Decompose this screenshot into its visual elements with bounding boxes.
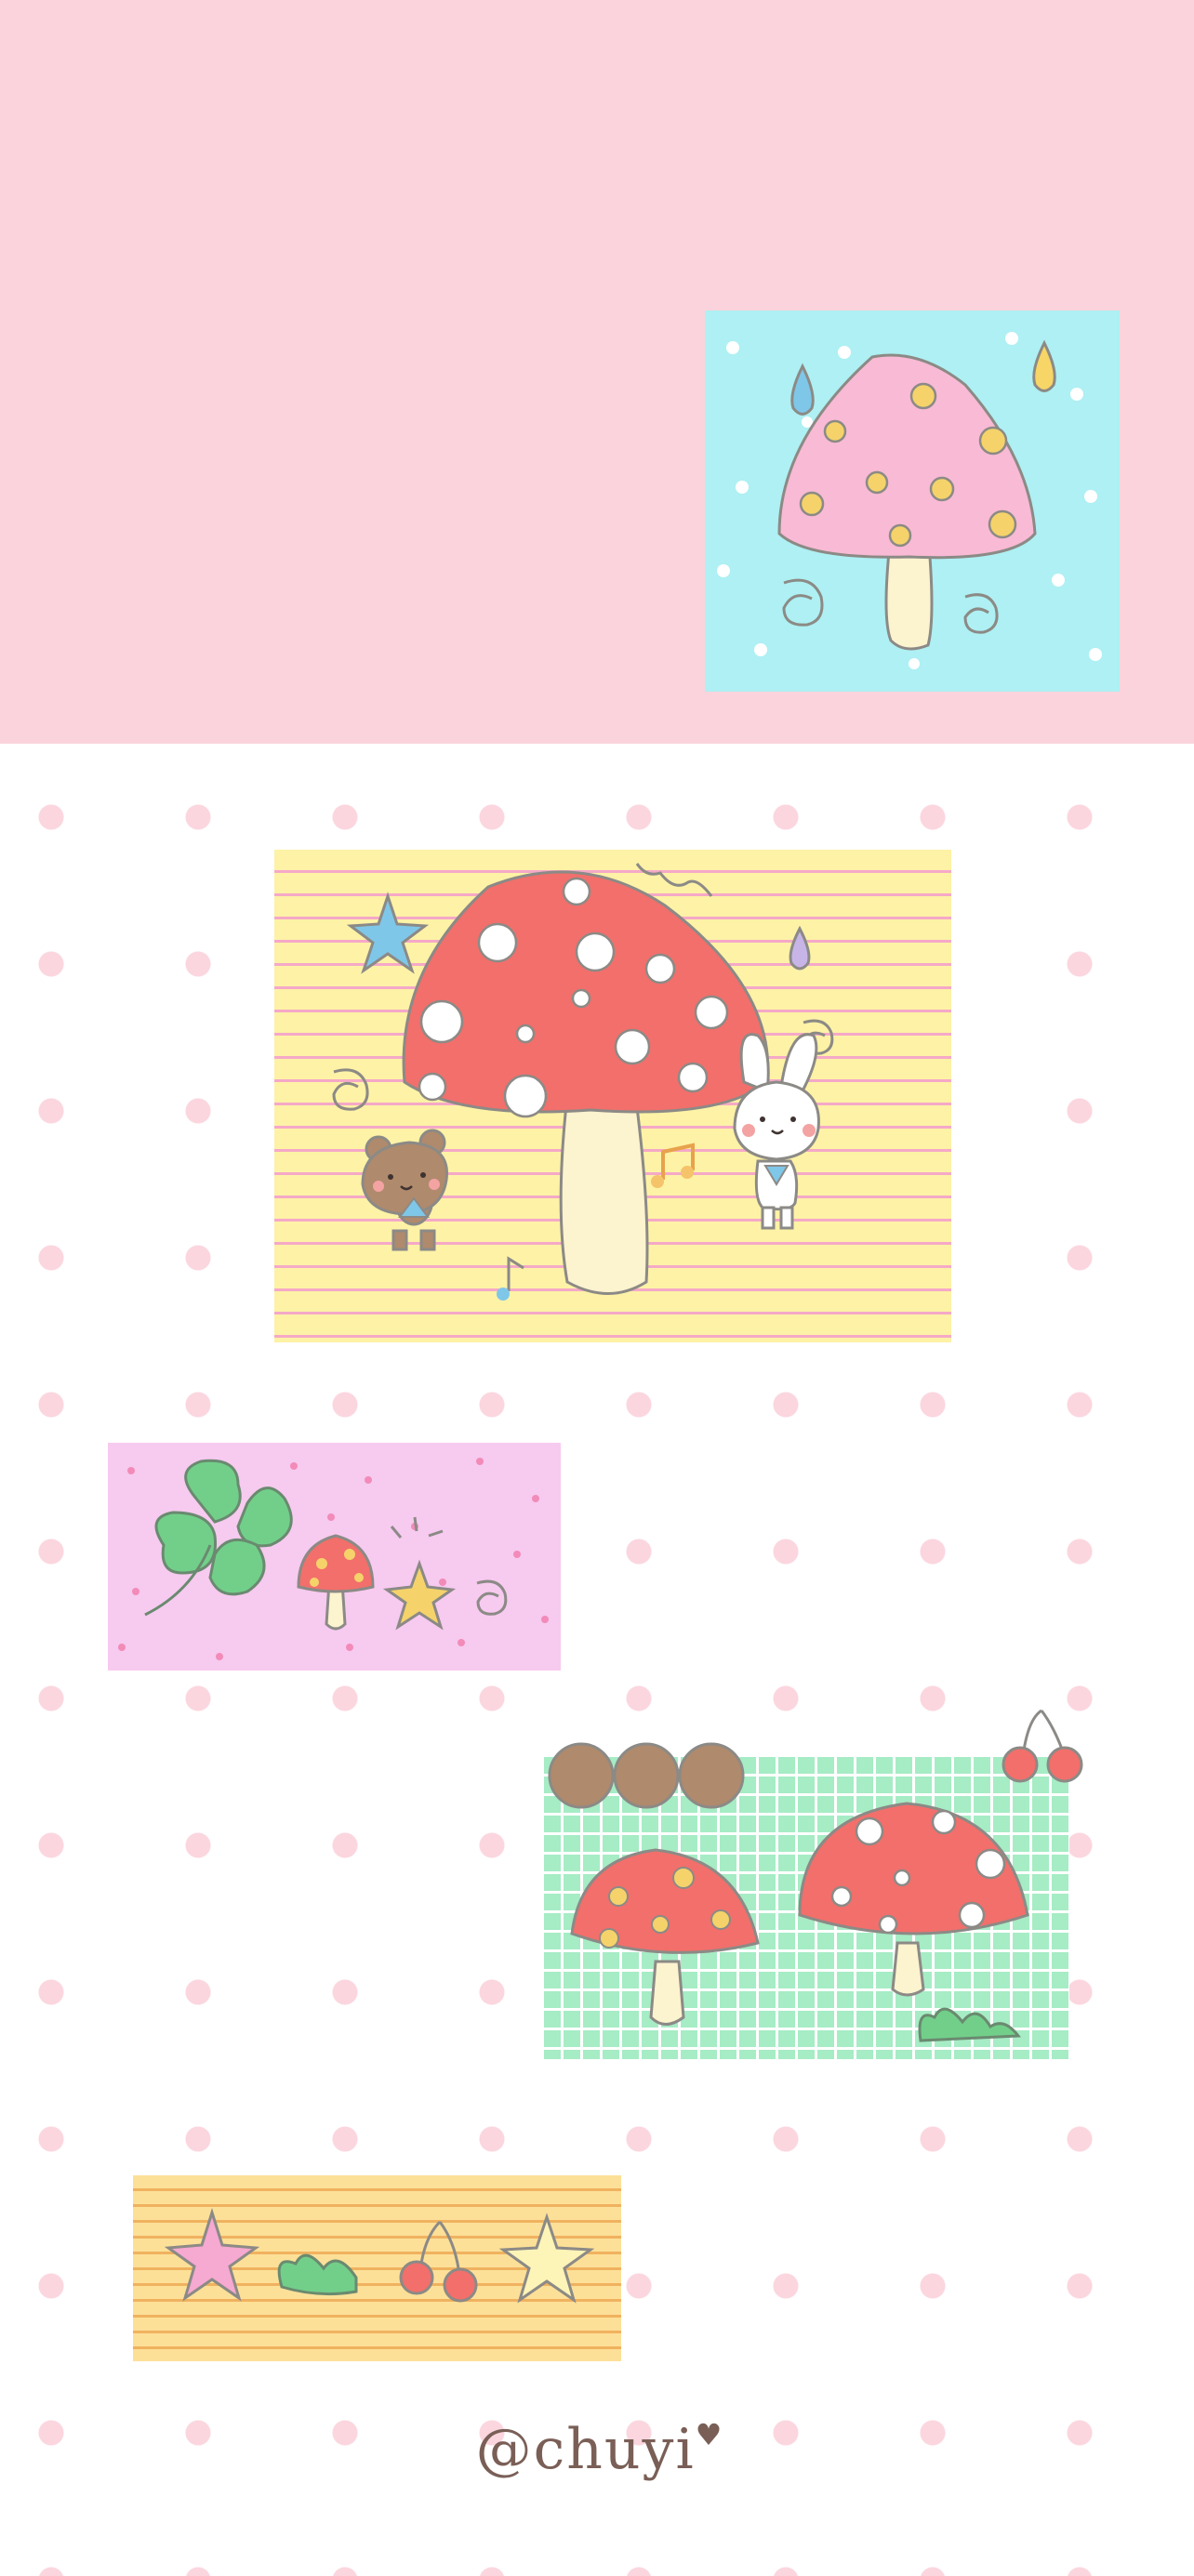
cherry-icon [399, 2220, 478, 2303]
orange-striped-card [133, 2175, 621, 2361]
star-icon [382, 1559, 457, 1631]
swirl-icon [332, 1068, 369, 1111]
heart-icon: ♥ [695, 2417, 724, 2452]
yellow-card-art [332, 863, 834, 1301]
pink-clover-card [108, 1443, 561, 1671]
music-note-icon [497, 1256, 524, 1301]
bear-icon [361, 1129, 448, 1251]
star-icon [346, 892, 430, 974]
swirl-icon [963, 593, 999, 634]
green-grid-card [544, 1709, 1083, 2059]
cyan-mushroom-card [705, 310, 1120, 692]
music-note-icon [651, 1143, 695, 1188]
star-icon [498, 2213, 595, 2304]
grass-icon [277, 2253, 358, 2296]
swirl-icon [782, 578, 824, 627]
pink-card-art [118, 1458, 549, 1660]
clover-icon [144, 1459, 293, 1617]
bunny-icon [733, 1033, 820, 1230]
green-card-art [548, 1709, 1083, 2042]
orange-card-art [164, 2207, 595, 2304]
raindrop-icon [790, 363, 815, 416]
grass-icon [918, 2007, 1021, 2042]
artist-signature: @chuyi♥ [456, 2417, 744, 2482]
yellow-striped-card [274, 850, 951, 1342]
red-mushroom-icon [570, 1848, 760, 2026]
star-icon [164, 2207, 260, 2302]
chestnut-icon [548, 1742, 745, 1809]
small-mushroom-icon [297, 1534, 375, 1631]
red-mushroom-icon [402, 870, 770, 1295]
raindrop-icon [1032, 339, 1056, 392]
pink-mushroom-icon [777, 353, 1037, 651]
signature-text: @chuyi [475, 2417, 696, 2482]
raindrop-icon [789, 925, 811, 971]
cyan-card-art [717, 332, 1102, 669]
red-mushroom-icon [798, 1802, 1029, 1997]
swirl-icon [476, 1579, 508, 1616]
